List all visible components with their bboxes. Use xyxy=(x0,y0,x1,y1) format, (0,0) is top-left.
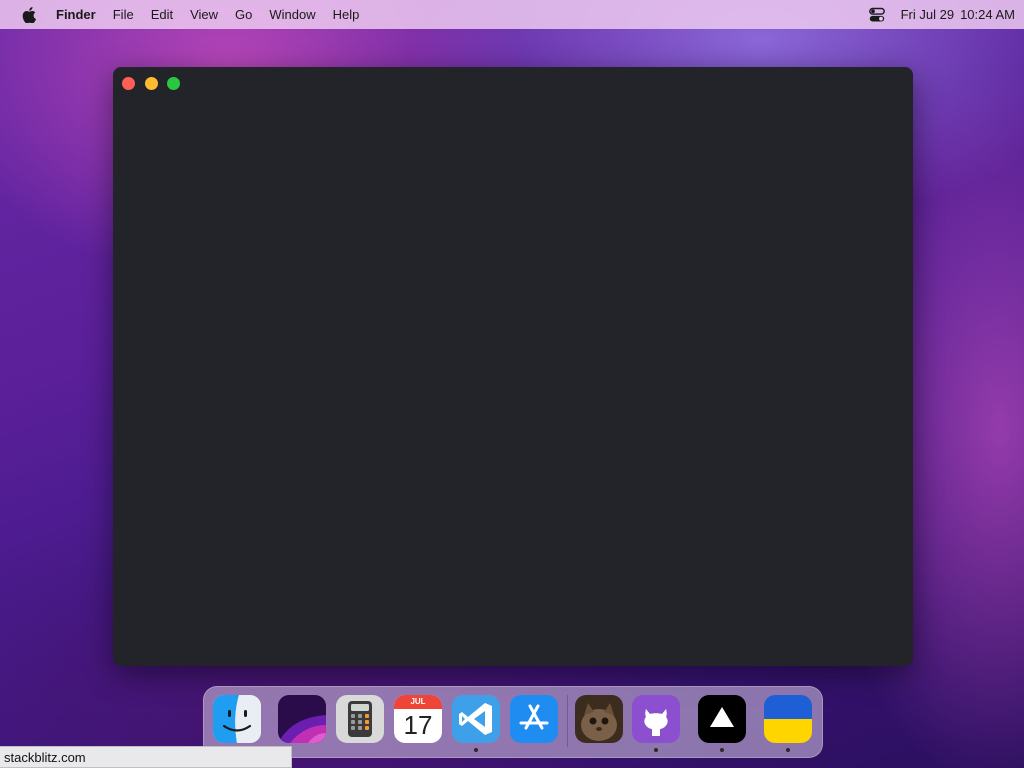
menu-edit[interactable]: Edit xyxy=(151,7,173,22)
ukraine-flag-icon[interactable] xyxy=(764,695,812,743)
dock: JUL 17 xyxy=(203,686,823,758)
app-store-icon[interactable] xyxy=(510,695,558,743)
vercel-icon[interactable] xyxy=(698,695,746,743)
window-minimize-button[interactable] xyxy=(145,77,158,90)
control-center-icon[interactable] xyxy=(868,7,885,23)
menubar-status-area: Fri Jul 29 10:24 AM xyxy=(868,7,1015,23)
menu-file[interactable]: File xyxy=(113,7,134,22)
browser-status-bar: stackblitz.com xyxy=(0,746,292,768)
window-close-button[interactable] xyxy=(122,77,135,90)
menubar-clock[interactable]: Fri Jul 29 10:24 AM xyxy=(901,7,1015,22)
dock-separator xyxy=(567,695,568,747)
calendar-icon[interactable]: JUL 17 xyxy=(394,695,442,743)
running-indicator xyxy=(786,748,790,752)
wallpaper-icon[interactable] xyxy=(278,695,326,743)
menu-help[interactable]: Help xyxy=(333,7,360,22)
menu-finder[interactable]: Finder xyxy=(56,7,96,22)
clock-date: Fri Jul 29 xyxy=(900,7,955,22)
menu-go[interactable]: Go xyxy=(235,7,252,22)
apple-icon[interactable] xyxy=(22,6,36,23)
window-zoom-button[interactable] xyxy=(167,77,180,90)
github-icon[interactable] xyxy=(632,695,680,743)
running-indicator xyxy=(654,748,658,752)
vscode-icon[interactable] xyxy=(452,695,500,743)
finder-icon[interactable] xyxy=(213,695,261,743)
running-indicator xyxy=(720,748,724,752)
menu-view[interactable]: View xyxy=(190,7,218,22)
calculator-icon[interactable] xyxy=(336,695,384,743)
cat-photo-icon[interactable] xyxy=(575,695,623,743)
app-window xyxy=(113,67,913,666)
clock-time: 10:24 AM xyxy=(960,7,1015,22)
menu-window[interactable]: Window xyxy=(269,7,315,22)
running-indicator xyxy=(474,748,478,752)
menu-bar: Finder File Edit View Go Window Help Fri… xyxy=(0,0,1024,29)
calendar-day: 17 xyxy=(403,710,433,740)
calendar-month: JUL xyxy=(394,695,442,709)
